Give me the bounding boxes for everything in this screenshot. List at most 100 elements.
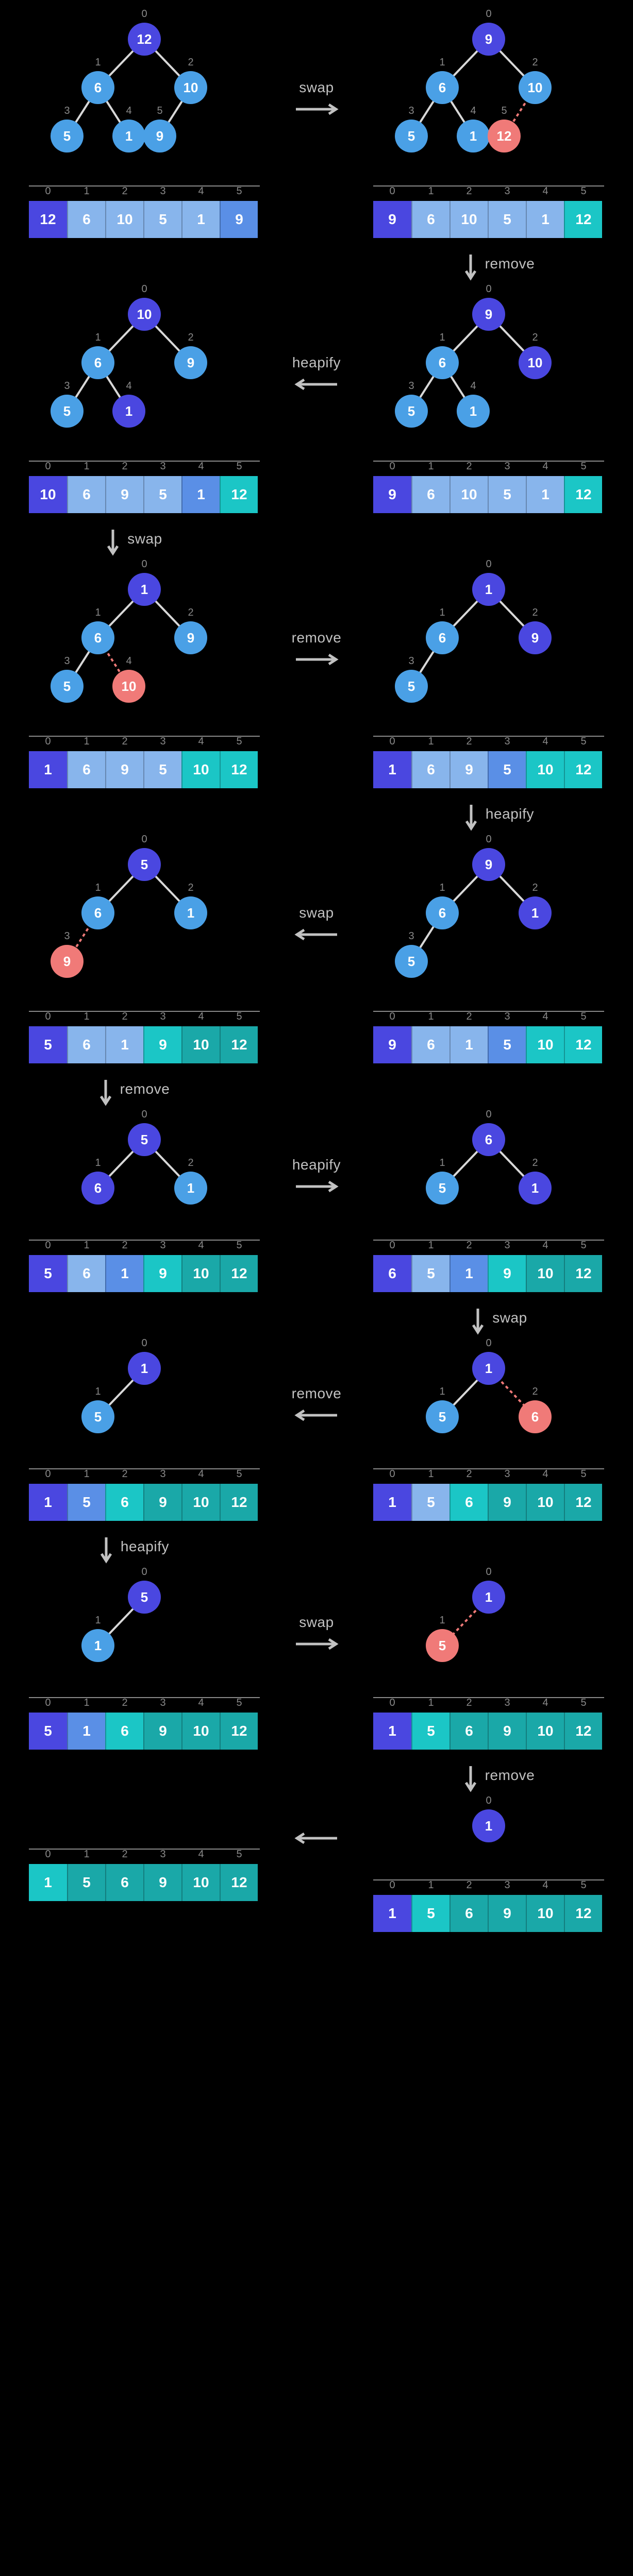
array-index: 3 xyxy=(160,736,165,748)
heap-array: 01152639410512 xyxy=(29,1484,278,1521)
array-cell: 410 xyxy=(526,1255,564,1292)
array-cell: 15 xyxy=(411,1255,449,1292)
node-index: 0 xyxy=(141,834,147,845)
array-cell: 16 xyxy=(411,1026,449,1063)
heap-array: 01216210354159 xyxy=(29,201,278,238)
separator xyxy=(373,1879,604,1880)
heap-panel: 01152639410512 xyxy=(10,1807,278,1901)
array-index: 5 xyxy=(580,1011,586,1023)
array-index: 0 xyxy=(389,1011,395,1023)
tree-node: 210 xyxy=(519,346,552,379)
tree-node: 41 xyxy=(457,120,490,152)
tree-node: 16 xyxy=(81,896,114,929)
array-cell: 21 xyxy=(105,1026,143,1063)
tree-node: 29 xyxy=(519,621,552,654)
array-cell: 410 xyxy=(181,1484,220,1521)
vertical-transition: remove xyxy=(0,1063,633,1121)
array-cell: 39 xyxy=(143,1864,181,1901)
node-index: 2 xyxy=(188,882,193,894)
tree-node: 35 xyxy=(395,670,428,703)
node-index: 0 xyxy=(141,558,147,570)
node-index: 3 xyxy=(64,930,70,942)
node-index: 0 xyxy=(141,283,147,295)
array-cell: 09 xyxy=(373,1026,411,1063)
tree-node: 01 xyxy=(472,1352,505,1385)
vertical-transition: swap xyxy=(0,513,633,571)
array-index: 0 xyxy=(45,1240,51,1251)
array-cell: 16 xyxy=(411,751,449,788)
node-index: 2 xyxy=(532,607,538,619)
separator xyxy=(29,1011,260,1012)
array-index: 2 xyxy=(466,461,472,472)
array-index: 5 xyxy=(236,461,242,472)
operation-label: remove xyxy=(292,1385,342,1402)
node-index: 3 xyxy=(64,655,70,667)
tree-node: 41 xyxy=(112,120,145,152)
tree-node: 06 xyxy=(472,1123,505,1156)
node-index: 2 xyxy=(532,1386,538,1398)
heap-array: 01152639410512 xyxy=(29,1864,278,1901)
tree-node: 21 xyxy=(519,896,552,929)
tree-node: 01 xyxy=(472,573,505,606)
array-cell: 35 xyxy=(488,476,526,513)
tree-node: 16 xyxy=(81,346,114,379)
array-cell: 35 xyxy=(143,201,181,238)
array-index: 1 xyxy=(428,1697,434,1709)
step-row: 01 15 01152639410512 remove 01 15 26 01 1… xyxy=(0,1350,633,1521)
node-index: 4 xyxy=(470,105,476,117)
array-index: 1 xyxy=(428,461,434,472)
array-index: 5 xyxy=(580,1697,586,1709)
step-transition: heapify xyxy=(289,296,344,450)
array-cell: 01 xyxy=(29,1484,67,1521)
array-cell: 010 xyxy=(29,476,67,513)
array-cell: 15 xyxy=(67,1484,105,1521)
operation-label: heapify xyxy=(292,354,341,371)
node-index: 4 xyxy=(470,380,476,392)
array-cell: 35 xyxy=(488,751,526,788)
node-index: 1 xyxy=(439,332,445,344)
array-cell: 26 xyxy=(449,1713,488,1750)
operation-label: remove xyxy=(485,1767,535,1784)
array-index: 4 xyxy=(542,1697,548,1709)
array-cell: 512 xyxy=(220,476,258,513)
array-cell: 29 xyxy=(105,476,143,513)
node-index: 3 xyxy=(408,930,414,942)
array-cell: 512 xyxy=(564,1895,602,1932)
separator xyxy=(29,185,260,187)
array-cell: 26 xyxy=(449,1895,488,1932)
array-cell: 35 xyxy=(488,1026,526,1063)
array-index: 1 xyxy=(428,1240,434,1251)
operation-label: heapify xyxy=(486,806,534,822)
separator xyxy=(29,1468,260,1469)
array-cell: 01 xyxy=(29,751,67,788)
array-index: 4 xyxy=(542,1240,548,1251)
array-cell: 210 xyxy=(105,201,143,238)
array-cell: 29 xyxy=(449,751,488,788)
node-index: 0 xyxy=(141,1109,147,1121)
node-index: 0 xyxy=(486,283,491,295)
heap-tree: 01 15 26 xyxy=(355,1350,623,1458)
array-index: 4 xyxy=(198,185,204,197)
separator xyxy=(29,1240,260,1241)
heap-panel: 09 16 210 35 41 512 09162103541512 xyxy=(355,21,623,238)
heap-array: 05162139410512 xyxy=(29,1026,278,1063)
tree-node: 35 xyxy=(51,670,84,703)
step-transition: remove xyxy=(289,571,344,725)
tree-node: 05 xyxy=(128,1581,161,1614)
heap-array: 01016293541512 xyxy=(29,476,278,513)
array-cell: 21 xyxy=(105,1255,143,1292)
array-cell: 210 xyxy=(449,201,488,238)
array-cell: 512 xyxy=(564,201,602,238)
tree-node: 21 xyxy=(174,896,207,929)
tree-node: 05 xyxy=(128,848,161,881)
tree-node: 512 xyxy=(488,120,521,152)
array-index: 3 xyxy=(160,1849,165,1860)
array-cell: 410 xyxy=(181,751,220,788)
array-cell: 16 xyxy=(67,476,105,513)
node-index: 2 xyxy=(532,57,538,69)
array-cell: 512 xyxy=(220,1864,258,1901)
array-cell: 512 xyxy=(220,1026,258,1063)
array-cell: 512 xyxy=(564,1255,602,1292)
array-index: 1 xyxy=(428,1468,434,1480)
array-index: 0 xyxy=(45,185,51,197)
